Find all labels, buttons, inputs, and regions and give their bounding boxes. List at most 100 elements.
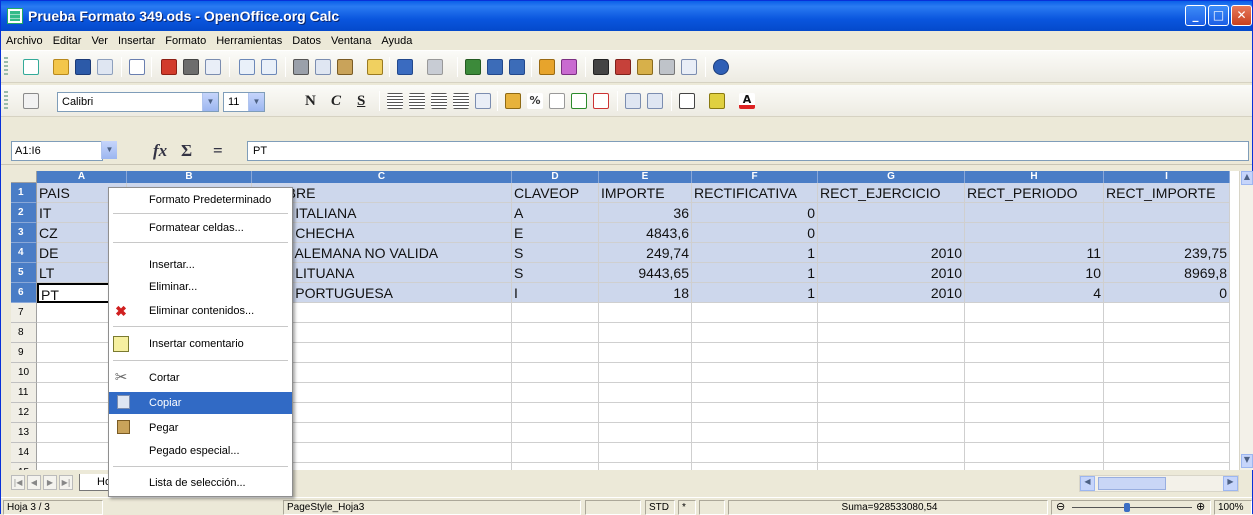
toolbar-grip[interactable] — [4, 57, 8, 77]
help-icon[interactable] — [713, 59, 729, 75]
cell-h12[interactable] — [965, 403, 1104, 423]
print-icon[interactable] — [183, 59, 199, 75]
column-header-f[interactable]: F — [692, 171, 818, 183]
cell-i10[interactable] — [1104, 363, 1230, 383]
cell-d1[interactable]: CLAVEOP — [512, 183, 599, 203]
font-color-icon[interactable]: A — [739, 93, 755, 109]
open-icon[interactable] — [53, 59, 69, 75]
last-sheet-icon[interactable]: ▶| — [59, 475, 73, 490]
cell-e2[interactable]: 36 — [599, 203, 692, 223]
name-box-dropdown[interactable]: ▼ — [101, 141, 117, 161]
row-header-15[interactable]: 15 — [11, 463, 37, 470]
cell-f4[interactable]: 1 — [692, 243, 818, 263]
cell-f3[interactable]: 0 — [692, 223, 818, 243]
cell-h11[interactable] — [965, 383, 1104, 403]
redo-icon[interactable] — [427, 59, 443, 75]
scroll-up-icon[interactable]: ▲ — [1241, 171, 1253, 185]
cell-g1[interactable]: RECT_EJERCICIO — [818, 183, 965, 203]
sheet-tab-hoja3[interactable]: Ho — [79, 474, 111, 491]
menu-editar[interactable]: Editar — [48, 31, 87, 51]
menu-item-pegado-especial[interactable]: Pegado especial... — [109, 440, 292, 462]
cell-g14[interactable] — [818, 443, 965, 463]
cell-e15[interactable] — [599, 463, 692, 470]
maximize-button[interactable]: □ — [1208, 5, 1229, 26]
menu-item-eliminar-contenidos[interactable]: ✖ Eliminar contenidos... — [109, 300, 292, 322]
cell-i2[interactable] — [1104, 203, 1230, 223]
cell-f13[interactable] — [692, 423, 818, 443]
cell-i14[interactable] — [1104, 443, 1230, 463]
row-header-8[interactable]: 8 — [11, 323, 37, 343]
cell-i15[interactable] — [1104, 463, 1230, 470]
zoom-thumb[interactable] — [1124, 503, 1130, 512]
cell-g9[interactable] — [818, 343, 965, 363]
select-all-corner[interactable] — [11, 171, 37, 183]
justify-icon[interactable] — [453, 93, 469, 109]
column-header-g[interactable]: G — [818, 171, 965, 183]
menu-item-eliminar[interactable]: Eliminar... — [109, 276, 292, 298]
cell-e6[interactable]: 18 — [599, 283, 692, 303]
cell-e13[interactable] — [599, 423, 692, 443]
cell-d2[interactable]: A — [512, 203, 599, 223]
undo-icon[interactable] — [397, 59, 413, 75]
row-header-9[interactable]: 9 — [11, 343, 37, 363]
cell-i13[interactable] — [1104, 423, 1230, 443]
increase-indent-icon[interactable] — [647, 93, 663, 109]
cell-f6[interactable]: 1 — [692, 283, 818, 303]
zoom-icon[interactable] — [681, 59, 697, 75]
cell-i8[interactable] — [1104, 323, 1230, 343]
menu-herramientas[interactable]: Herramientas — [211, 31, 287, 51]
cell-f10[interactable] — [692, 363, 818, 383]
spellcheck-icon[interactable] — [239, 59, 255, 75]
autospellcheck-icon[interactable] — [261, 59, 277, 75]
sort-ascending-icon[interactable] — [487, 59, 503, 75]
hyperlink-icon[interactable] — [465, 59, 481, 75]
cell-e9[interactable] — [599, 343, 692, 363]
cell-h13[interactable] — [965, 423, 1104, 443]
cell-h1[interactable]: RECT_PERIODO — [965, 183, 1104, 203]
cell-f11[interactable] — [692, 383, 818, 403]
align-right-icon[interactable] — [431, 93, 447, 109]
toolbar-grip[interactable] — [4, 91, 8, 111]
data-sources-icon[interactable] — [659, 59, 675, 75]
cell-e1[interactable]: IMPORTE — [599, 183, 692, 203]
cell-g8[interactable] — [818, 323, 965, 343]
standard-format-icon[interactable] — [549, 93, 565, 109]
currency-format-icon[interactable] — [505, 93, 521, 109]
cell-i7[interactable] — [1104, 303, 1230, 323]
cell-d11[interactable] — [512, 383, 599, 403]
cell-e3[interactable]: 4843,6 — [599, 223, 692, 243]
column-header-b[interactable]: B — [127, 171, 252, 183]
cell-d8[interactable] — [512, 323, 599, 343]
cell-g12[interactable] — [818, 403, 965, 423]
align-center-icon[interactable] — [409, 93, 425, 109]
menu-item-insertar-comentario[interactable]: Insertar comentario — [109, 333, 292, 355]
column-header-d[interactable]: D — [512, 171, 599, 183]
cell-f5[interactable]: 1 — [692, 263, 818, 283]
cell-f9[interactable] — [692, 343, 818, 363]
cell-h2[interactable] — [965, 203, 1104, 223]
chevron-down-icon[interactable]: ▼ — [248, 93, 264, 111]
save-icon[interactable] — [75, 59, 91, 75]
status-mode[interactable]: STD — [645, 500, 675, 515]
merge-cells-icon[interactable] — [475, 93, 491, 109]
menu-item-copiar[interactable]: Copiar — [109, 392, 292, 414]
column-header-e[interactable]: E — [599, 171, 692, 183]
print-preview-icon[interactable] — [205, 59, 221, 75]
cell-e4[interactable]: 249,74 — [599, 243, 692, 263]
cell-h3[interactable] — [965, 223, 1104, 243]
cell-h9[interactable] — [965, 343, 1104, 363]
cell-h5[interactable]: 10 — [965, 263, 1104, 283]
cell-d3[interactable]: E — [512, 223, 599, 243]
zoom-out-icon[interactable]: ⊖ — [1056, 501, 1065, 514]
row-header-14[interactable]: 14 — [11, 443, 37, 463]
menu-item-pegar[interactable]: Pegar — [109, 417, 292, 439]
status-page-style[interactable]: PageStyle_Hoja3 — [283, 500, 581, 515]
cell-e7[interactable] — [599, 303, 692, 323]
cell-d15[interactable] — [512, 463, 599, 470]
cell-h15[interactable] — [965, 463, 1104, 470]
chart-icon[interactable] — [539, 59, 555, 75]
cell-e11[interactable] — [599, 383, 692, 403]
scroll-left-icon[interactable]: ◀ — [1080, 476, 1095, 491]
cell-e8[interactable] — [599, 323, 692, 343]
cell-d6[interactable]: I — [512, 283, 599, 303]
